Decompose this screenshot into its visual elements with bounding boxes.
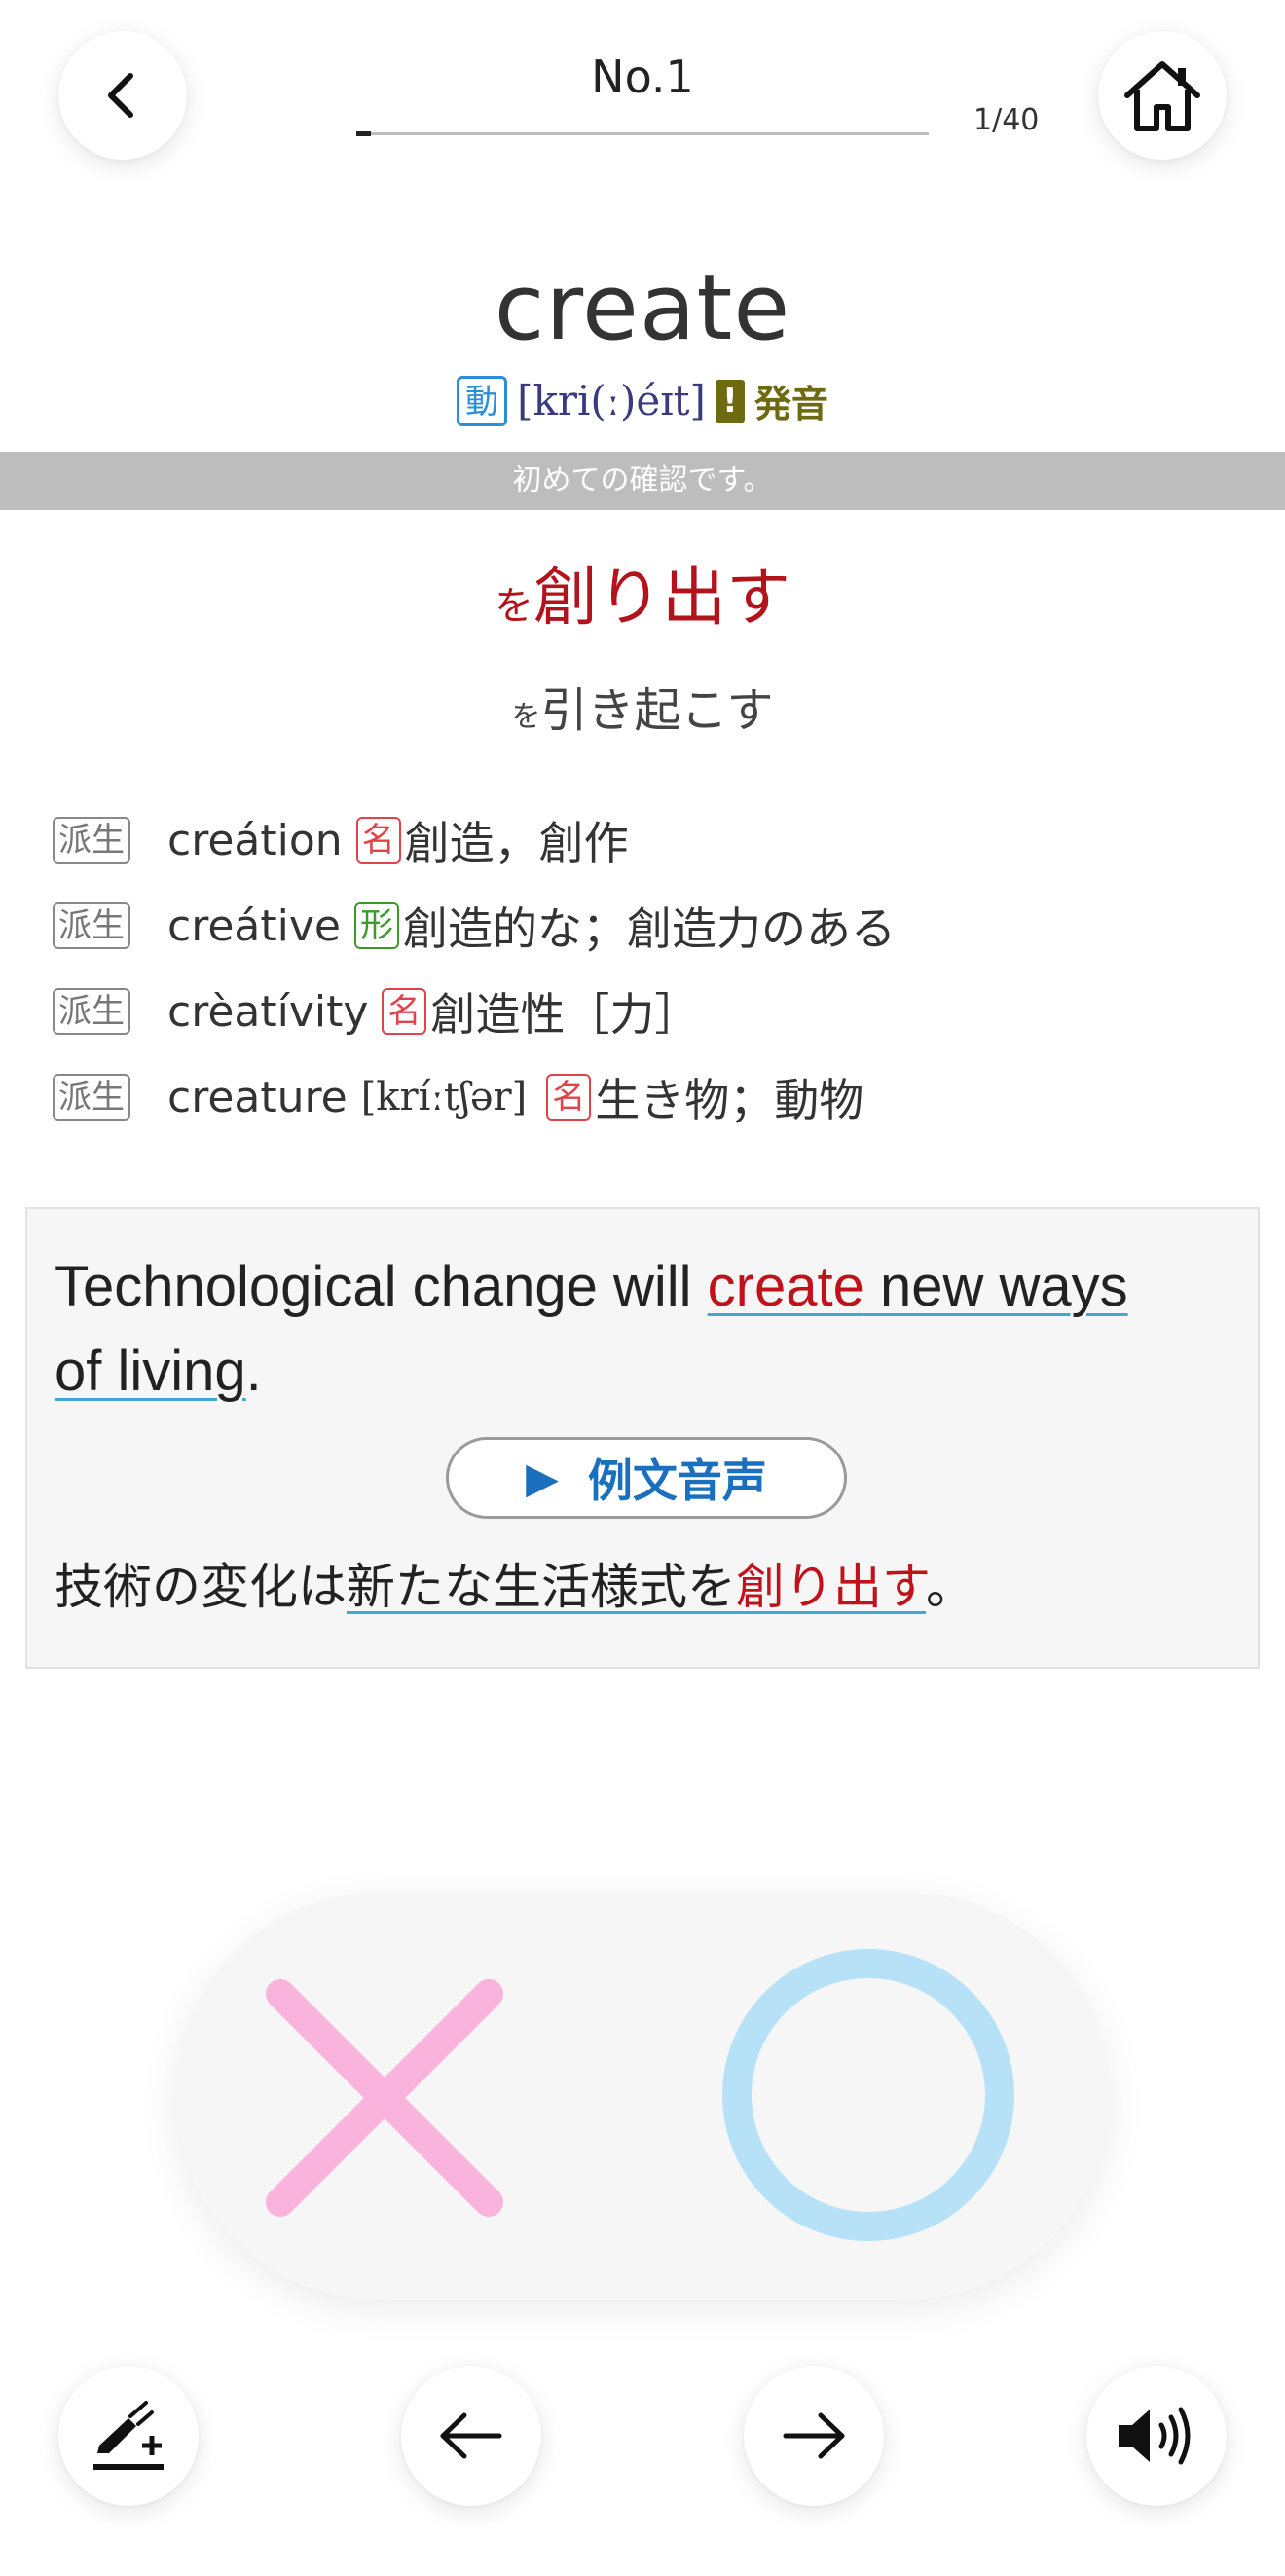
primary-meaning-particle: を xyxy=(495,584,533,629)
arrow-right-icon xyxy=(783,2412,845,2459)
example-en-part1: Technological change will xyxy=(55,1255,708,1318)
derivative-item: 派生 crèatívity 名 創造性［力］ xyxy=(53,977,699,1046)
example-en-highlight: create xyxy=(707,1255,864,1318)
derivative-item: 派生 creátive 形 創造的な；創造力のある xyxy=(53,892,896,960)
pronunciation-line: 動 [kri(ː)éɪt] ! 発音 xyxy=(0,374,1285,427)
example-japanese: 技術の変化は新たな生活様式を創り出す。 xyxy=(55,1548,974,1618)
page-title: No.1 xyxy=(591,51,694,103)
example-en-end: . xyxy=(245,1340,262,1403)
derivative-tag: 派生 xyxy=(53,902,130,949)
derivative-pos-badge: 名 xyxy=(355,817,401,864)
example-ja-part1: 技術の変化は xyxy=(55,1559,347,1615)
derivative-meaning: 創造的な；創造力のある xyxy=(402,902,896,955)
home-button[interactable] xyxy=(1098,31,1227,160)
ipa-text: [kri(ː)éɪt] xyxy=(517,377,706,424)
headword: create xyxy=(494,255,791,361)
derivative-item: 派生 creature [kríːtʃər] 名 生き物；動物 xyxy=(53,1063,863,1131)
play-icon: ▶ xyxy=(526,1453,559,1503)
secondary-meaning-particle: を xyxy=(511,700,541,734)
status-message: 初めての確認です。 xyxy=(0,452,1285,510)
example-audio-label: 例文音声 xyxy=(587,1454,767,1507)
example-ja-end: 。 xyxy=(926,1559,974,1615)
example-ja-underlined: 新たな生活様式を xyxy=(347,1559,736,1615)
correct-button[interactable] xyxy=(720,1947,1016,2243)
incorrect-button[interactable] xyxy=(263,1976,506,2220)
derivative-word: creature xyxy=(167,1072,348,1122)
secondary-meaning-text: 引き起こす xyxy=(540,683,774,738)
progress-bar xyxy=(356,131,929,136)
derivative-word: creátive xyxy=(167,901,341,951)
example-ja-highlight: 創り出す xyxy=(736,1559,926,1615)
example-audio-button[interactable]: ▶ 例文音声 xyxy=(446,1437,847,1519)
circle-icon xyxy=(722,1949,1014,2241)
example-english: Technological change will create new way… xyxy=(55,1244,1223,1414)
derivative-tag: 派生 xyxy=(53,1074,130,1121)
derivative-ipa: [kríːtʃər] xyxy=(360,1075,528,1120)
derivative-item: 派生 creátion 名 創造，創作 xyxy=(53,806,629,874)
derivative-pos-badge: 名 xyxy=(546,1074,592,1121)
derivative-meaning: 生き物；動物 xyxy=(595,1074,864,1126)
speaker-icon xyxy=(1119,2407,1191,2465)
derivative-word: crèatívity xyxy=(167,986,369,1037)
note-button[interactable] xyxy=(58,2366,199,2506)
back-button[interactable] xyxy=(58,31,187,160)
progress-count: 1/40 xyxy=(973,103,1040,137)
home-icon xyxy=(1124,61,1200,131)
derivative-meaning: 創造性［力］ xyxy=(430,988,700,1041)
example-en-part2: new ways xyxy=(863,1255,1128,1318)
arrow-left-icon xyxy=(440,2412,502,2459)
previous-button[interactable] xyxy=(401,2366,541,2506)
primary-meaning-text: 創り出す xyxy=(533,560,790,635)
chevron-left-icon xyxy=(108,73,133,118)
derivative-tag: 派生 xyxy=(53,817,130,864)
example-en-part3: of living xyxy=(55,1340,246,1403)
derivative-pos-badge: 形 xyxy=(353,902,399,949)
secondary-meaning: を引き起こす xyxy=(0,672,1285,740)
sound-button[interactable] xyxy=(1086,2366,1227,2506)
primary-meaning: を創り出す xyxy=(0,545,1285,639)
progress-fill xyxy=(356,131,371,136)
example-panel: Technological change will create new way… xyxy=(25,1207,1260,1669)
pronunciation-warning-label: 発音 xyxy=(753,383,828,425)
warning-icon: ! xyxy=(715,379,745,423)
derivative-word: creátion xyxy=(167,815,343,865)
derivative-meaning: 創造，創作 xyxy=(404,817,629,869)
cross-icon xyxy=(266,1979,503,2217)
next-button[interactable] xyxy=(744,2366,884,2506)
highlighter-plus-icon xyxy=(93,2401,164,2470)
pos-badge: 動 xyxy=(457,375,508,426)
derivative-tag: 派生 xyxy=(53,988,130,1035)
derivative-pos-badge: 名 xyxy=(382,988,427,1035)
